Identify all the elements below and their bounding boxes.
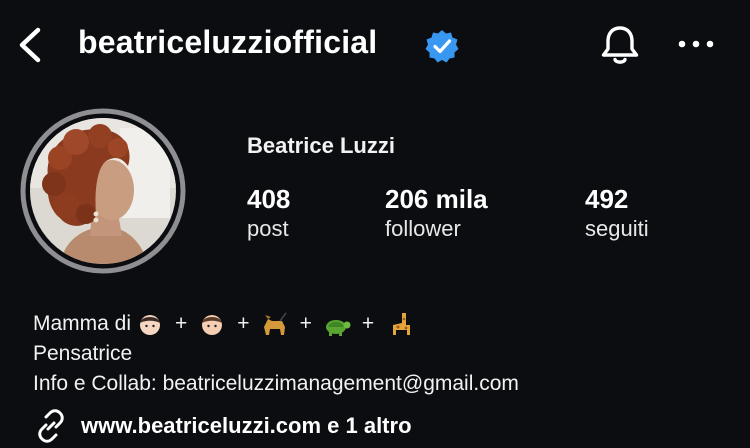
stat-following[interactable]: 492 seguiti — [585, 184, 649, 244]
avatar-photo — [30, 118, 176, 264]
profile-display-name: Beatrice Luzzi — [247, 133, 395, 158]
stat-followers-value: 206 mila — [385, 184, 488, 214]
stat-followers-label: follower — [385, 216, 461, 241]
plus-sign: + — [237, 312, 250, 335]
bio-line-occupation: Pensatrice — [33, 342, 133, 365]
giraffe-emoji-icon — [393, 313, 411, 335]
boy-emoji-icon — [202, 315, 223, 335]
profile-avatar-container[interactable] — [18, 106, 218, 274]
bio-prefix: Mamma di — [33, 312, 132, 335]
guide-dog-emoji-icon — [263, 312, 287, 335]
chevron-left-icon[interactable] — [14, 25, 48, 65]
bio-line-family: Mamma di + + + + — [33, 309, 519, 339]
verified-badge-icon — [425, 30, 459, 63]
stat-posts-label: post — [247, 216, 289, 241]
bell-icon[interactable] — [597, 22, 643, 68]
avatar[interactable] — [30, 118, 176, 264]
profile-bio: Mamma di + + + + Pensatrice Info e Colla… — [33, 309, 519, 399]
profile-header: beatriceluzziofficial — [0, 0, 750, 90]
plus-sign: + — [175, 312, 188, 335]
plus-sign: + — [361, 312, 375, 335]
stat-followers[interactable]: 206 mila follower — [385, 184, 488, 244]
link-icon — [38, 409, 64, 443]
stat-posts-value: 408 — [247, 184, 291, 214]
profile-link-text[interactable]: www.beatriceluzzi.com e 1 altro — [81, 413, 412, 439]
stat-following-label: seguiti — [585, 216, 649, 241]
profile-links[interactable]: www.beatriceluzzi.com e 1 altro — [33, 408, 412, 444]
boy-emoji-icon — [140, 315, 161, 335]
stat-following-value: 492 — [585, 184, 629, 214]
bio-line-contact[interactable]: Info e Collab: beatriceluzzimanagement@g… — [33, 369, 519, 399]
stat-posts[interactable]: 408 post — [247, 184, 290, 244]
profile-username: beatriceluzziofficial — [78, 24, 378, 60]
more-horizontal-icon[interactable] — [674, 36, 718, 52]
plus-sign: + — [299, 312, 312, 335]
turtle-emoji-icon — [325, 320, 351, 336]
